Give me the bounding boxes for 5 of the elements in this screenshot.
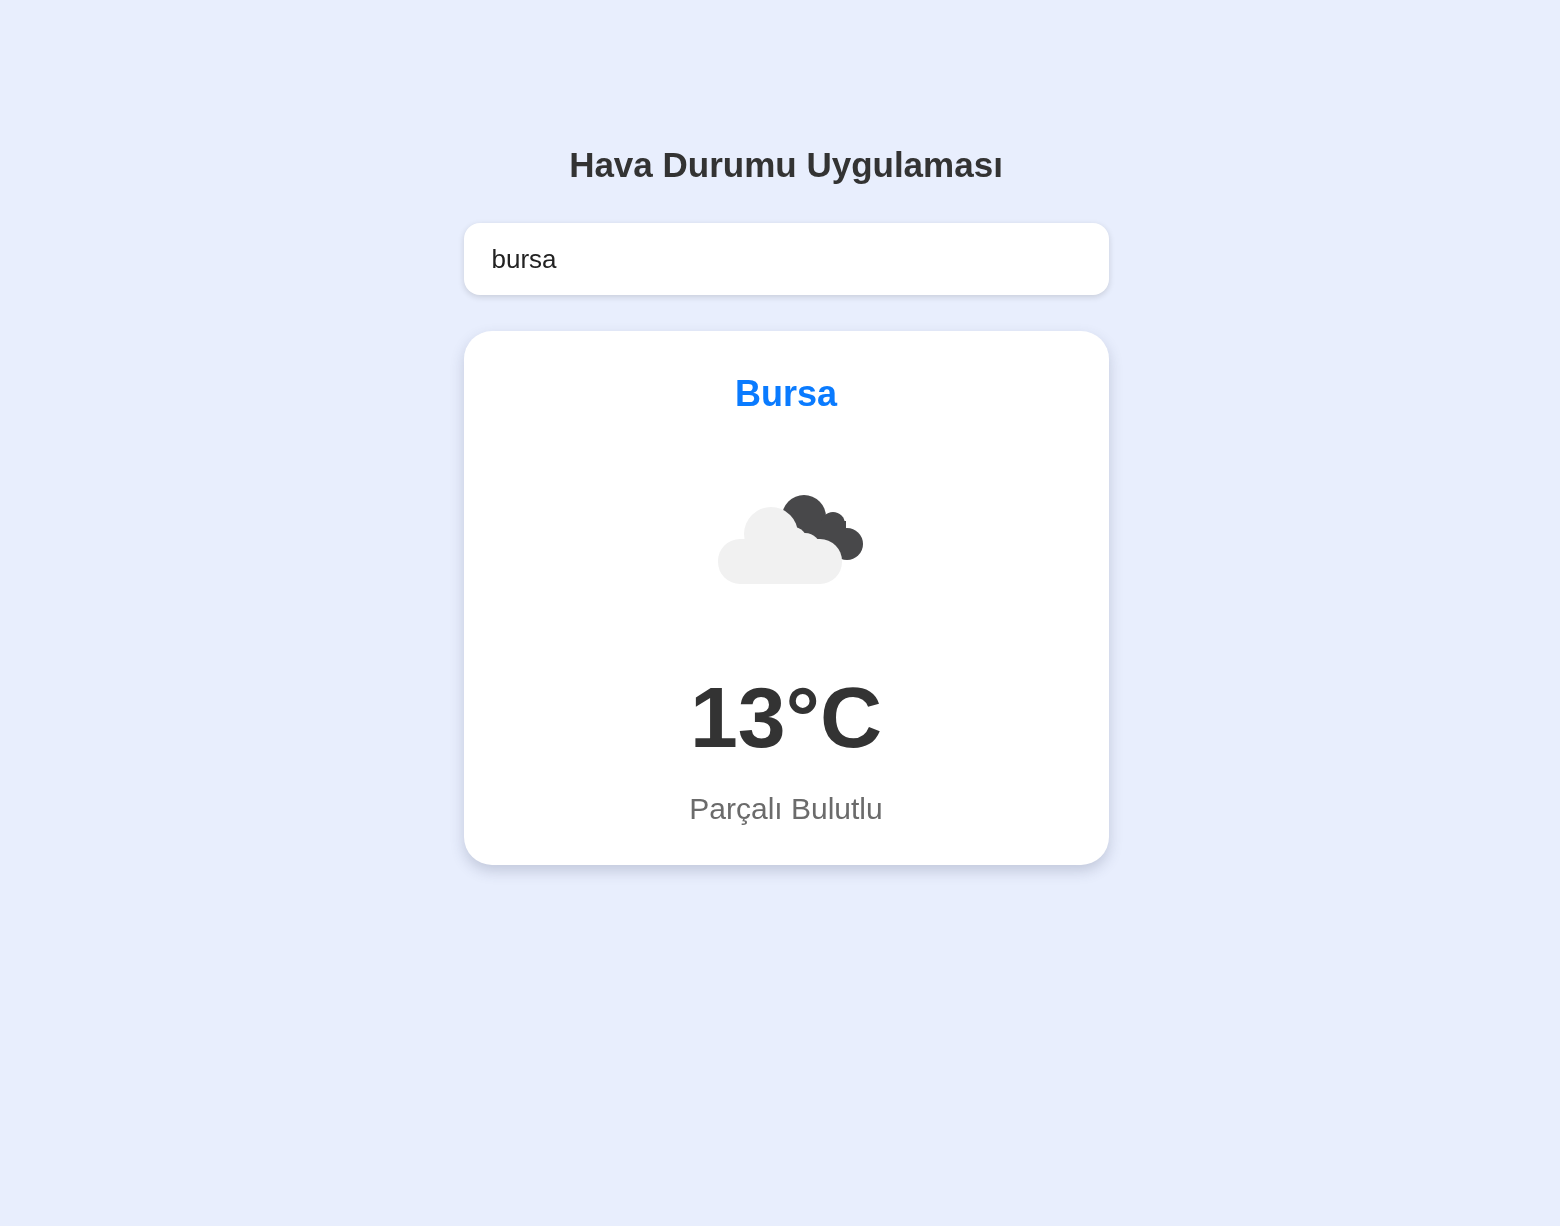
weather-description: Parçalı Bulutlu: [689, 791, 883, 827]
city-name: Bursa: [734, 372, 837, 415]
app-title: Hava Durumu Uygulaması: [569, 144, 1003, 186]
search-field[interactable]: bursa: [463, 223, 1109, 295]
temperature-value: 13°C: [689, 668, 883, 767]
